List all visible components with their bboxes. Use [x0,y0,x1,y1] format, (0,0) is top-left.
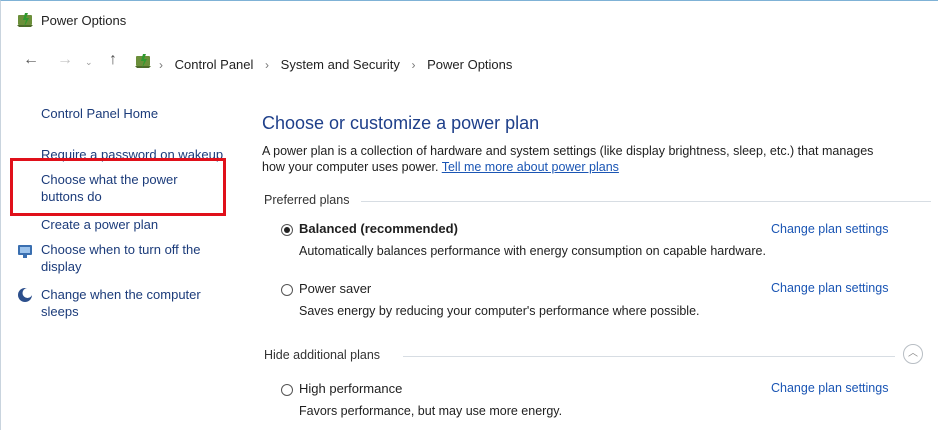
hide-additional-plans-label[interactable]: Hide additional plans [264,348,380,362]
breadcrumb-separator: › [411,58,416,72]
back-arrow-icon[interactable]: ← [23,51,39,69]
page-title: Choose or customize a power plan [262,113,540,133]
up-arrow-icon[interactable]: ↑ [109,51,117,69]
balanced-change-settings-link[interactable]: Change plan settings [771,222,888,236]
recent-locations-dropdown-icon[interactable]: ⌄ [85,53,93,71]
highlight-box [10,158,226,216]
section-divider [361,201,931,202]
turn-off-display-link[interactable]: Choose when to turn off the display [41,241,200,275]
main-content: Choose or customize a power plan A power… [231,91,938,431]
computer-sleeps-link[interactable]: Change when the computer sleeps [41,286,201,320]
high-performance-change-settings-link[interactable]: Change plan settings [771,381,888,395]
breadcrumb-separator: › [265,58,270,72]
preferred-plans-label: Preferred plans [264,193,350,207]
turn-off-display-line1: Choose when to turn off the [41,242,201,257]
collapse-chevron-icon[interactable]: ︿ [903,344,923,364]
description-line2: how your computer uses power. [262,160,439,174]
control-panel-home-link[interactable]: Control Panel Home [41,105,158,122]
display-icon [18,245,32,258]
control-panel-icon [135,54,151,68]
page-description: A power plan is a collection of hardware… [262,143,932,175]
breadcrumb-separator: › [159,58,163,72]
breadcrumb: › Control Panel › System and Security › … [159,57,512,72]
power-saver-plan-description: Saves energy by reducing your computer's… [299,304,700,318]
power-options-icon [17,13,33,27]
description-line1: A power plan is a collection of hardware… [262,144,874,158]
high-performance-plan-name[interactable]: High performance [299,381,402,396]
window: Power Options ← → ⌄ ↑ › Control Panel › … [0,0,938,430]
section-divider [403,356,895,357]
address-bar: ← → ⌄ ↑ › Control Panel › System and Sec… [1,45,938,77]
balanced-plan-name[interactable]: Balanced (recommended) [299,221,458,236]
breadcrumb-power-options[interactable]: Power Options [427,57,512,72]
balanced-radio[interactable] [281,224,293,236]
forward-arrow-icon[interactable]: → [57,51,73,69]
computer-sleeps-line1: Change when the computer [41,287,201,302]
sleep-moon-icon [18,288,33,302]
balanced-plan-description: Automatically balances performance with … [299,244,766,258]
create-power-plan-link[interactable]: Create a power plan [41,216,158,233]
power-saver-plan-name[interactable]: Power saver [299,281,371,296]
high-performance-radio[interactable] [281,384,293,396]
computer-sleeps-line2: sleeps [41,304,79,319]
turn-off-display-line2: display [41,259,82,274]
left-task-pane: Control Panel Home Require a password on… [1,91,231,431]
window-title: Power Options [41,13,127,28]
power-saver-radio[interactable] [281,284,293,296]
breadcrumb-control-panel[interactable]: Control Panel [175,57,254,72]
breadcrumb-system-and-security[interactable]: System and Security [281,57,400,72]
title-bar: Power Options [1,1,938,41]
power-saver-change-settings-link[interactable]: Change plan settings [771,281,888,295]
high-performance-plan-description: Favors performance, but may use more ene… [299,404,563,418]
learn-more-link[interactable]: Tell me more about power plans [442,160,619,174]
description-line2-wrap: how your computer uses power. Tell me mo… [262,159,932,175]
